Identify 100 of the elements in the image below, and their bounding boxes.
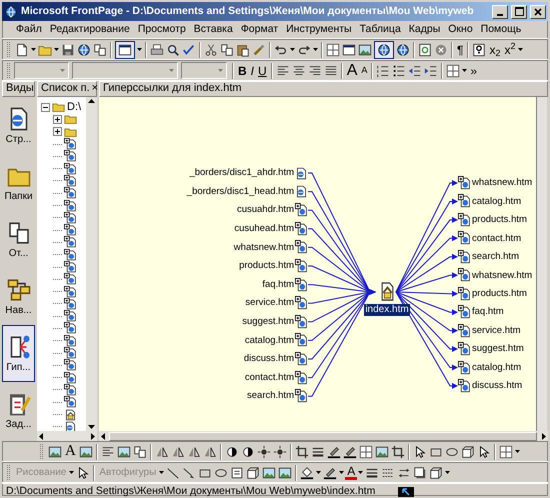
page-link[interactable]: search.htm (472, 251, 519, 262)
page-icon[interactable] (295, 314, 308, 329)
caret-icon[interactable] (159, 471, 164, 474)
folder-icon[interactable] (64, 126, 77, 138)
more-button[interactable]: » (468, 64, 480, 76)
underline-button[interactable]: U (256, 64, 269, 76)
menu-item[interactable]: Просмотр (134, 23, 190, 36)
page-icon[interactable] (458, 286, 471, 301)
page-icon[interactable] (64, 359, 77, 372)
copy-icon[interactable] (132, 444, 147, 458)
contrast-icon[interactable] (224, 444, 239, 458)
caret-icon[interactable] (137, 48, 142, 51)
folder-icon[interactable] (52, 101, 65, 114)
caret-icon[interactable] (316, 471, 322, 474)
page-icon[interactable] (64, 322, 77, 334)
maximize-button[interactable] (511, 4, 527, 18)
page-icon[interactable] (458, 176, 471, 190)
page-link[interactable]: _borders/disc1_ahdr.htm (189, 167, 294, 179)
copy-icon[interactable] (220, 42, 234, 56)
menu-item[interactable]: Кадры (404, 23, 444, 36)
page-link[interactable]: whatsnew.htm (472, 270, 532, 281)
align-left-icon[interactable] (100, 444, 115, 458)
page-icon[interactable] (295, 389, 308, 404)
folder-name[interactable]: D:\ (67, 100, 82, 114)
close-button[interactable]: × (92, 82, 98, 96)
page-icon[interactable] (458, 194, 471, 208)
page-icon[interactable] (458, 324, 471, 338)
cube-icon[interactable] (460, 444, 475, 458)
fill-bucket-icon[interactable] (300, 466, 314, 480)
web-page-icon[interactable] (64, 420, 77, 431)
expand-icon[interactable] (53, 114, 62, 124)
globe-icon[interactable] (396, 42, 410, 56)
brightness-icon[interactable] (272, 444, 287, 458)
contrast-icon[interactable] (240, 444, 255, 458)
close-button[interactable] (530, 4, 546, 18)
clipboard-icon[interactable] (236, 42, 250, 56)
view-button[interactable]: От... (2, 211, 35, 268)
page-icon[interactable] (15, 42, 29, 56)
menu-item[interactable]: Вставка (190, 23, 237, 36)
caret-icon[interactable] (518, 48, 524, 51)
shrink-font-button[interactable]: A (359, 66, 370, 75)
caret-icon[interactable] (290, 48, 295, 51)
page-link[interactable]: search.htm (247, 390, 294, 402)
page-icon[interactable] (64, 138, 77, 150)
help-icon[interactable] (472, 42, 486, 56)
bold-button[interactable]: B (236, 64, 249, 76)
page-link[interactable]: _borders/disc1_head.htm (186, 186, 294, 198)
page-icon[interactable] (64, 236, 77, 248)
page-link[interactable]: suggest.htm (472, 343, 524, 355)
caret-icon[interactable] (514, 450, 520, 453)
caret-icon[interactable] (54, 48, 59, 51)
caret-icon[interactable] (358, 471, 364, 474)
undo-icon[interactable] (274, 42, 288, 56)
brightness-icon[interactable] (256, 444, 271, 458)
wordart-button[interactable]: A (63, 444, 78, 459)
page-link[interactable]: faq.htm (262, 278, 294, 290)
pen-icon[interactable] (342, 444, 357, 458)
page-icon[interactable] (295, 240, 308, 254)
scrollbar[interactable] (86, 97, 97, 431)
scroll-up-icon[interactable] (87, 97, 96, 106)
pen-icon[interactable] (323, 466, 338, 480)
page-icon[interactable] (295, 203, 308, 218)
view-button[interactable]: Гип... (2, 325, 35, 382)
page-icon[interactable] (64, 286, 77, 298)
save-icon[interactable] (61, 42, 75, 56)
table-icon[interactable] (446, 64, 460, 78)
page-link[interactable]: discuss.htm (244, 353, 294, 365)
rotate-icon[interactable] (186, 444, 201, 458)
web-page-icon[interactable] (295, 185, 308, 198)
menu-item[interactable]: Таблица (356, 23, 405, 36)
web-page-icon[interactable] (295, 166, 308, 180)
page-link[interactable]: suggest.htm (242, 316, 294, 328)
page-icon[interactable] (458, 268, 471, 282)
home-page-icon[interactable] (64, 408, 77, 421)
window-icon[interactable] (118, 42, 132, 56)
caret-icon[interactable] (462, 69, 468, 72)
table-icon[interactable] (326, 42, 340, 56)
page-icon[interactable] (64, 396, 77, 408)
caret-icon[interactable] (445, 471, 450, 474)
page-link[interactable]: cusuhead.htm (234, 223, 294, 234)
page-icon[interactable] (295, 370, 308, 385)
page-icon[interactable] (295, 296, 308, 310)
menu-item[interactable]: Формат (236, 23, 282, 36)
page-link[interactable]: service.htm (245, 297, 294, 309)
menu-item[interactable]: Файл (12, 23, 46, 36)
rotate-icon[interactable] (202, 444, 217, 458)
page-icon[interactable] (64, 248, 77, 261)
page-link[interactable]: whatsnew.htm (472, 177, 532, 189)
scrollbar[interactable] (37, 431, 97, 441)
page-link[interactable]: service.htm (472, 324, 521, 336)
page-icon[interactable] (295, 333, 308, 348)
printer-icon[interactable] (150, 42, 164, 56)
window-icon[interactable] (342, 42, 356, 56)
pointer-icon[interactable] (76, 466, 90, 480)
page-link[interactable]: whatsnew.htm (234, 242, 294, 254)
page-icon[interactable] (64, 273, 77, 286)
style-dropdown[interactable] (14, 62, 69, 79)
align-right-icon[interactable] (308, 64, 322, 78)
rotate-icon[interactable] (170, 444, 185, 458)
bullet-list-icon[interactable] (392, 64, 406, 78)
